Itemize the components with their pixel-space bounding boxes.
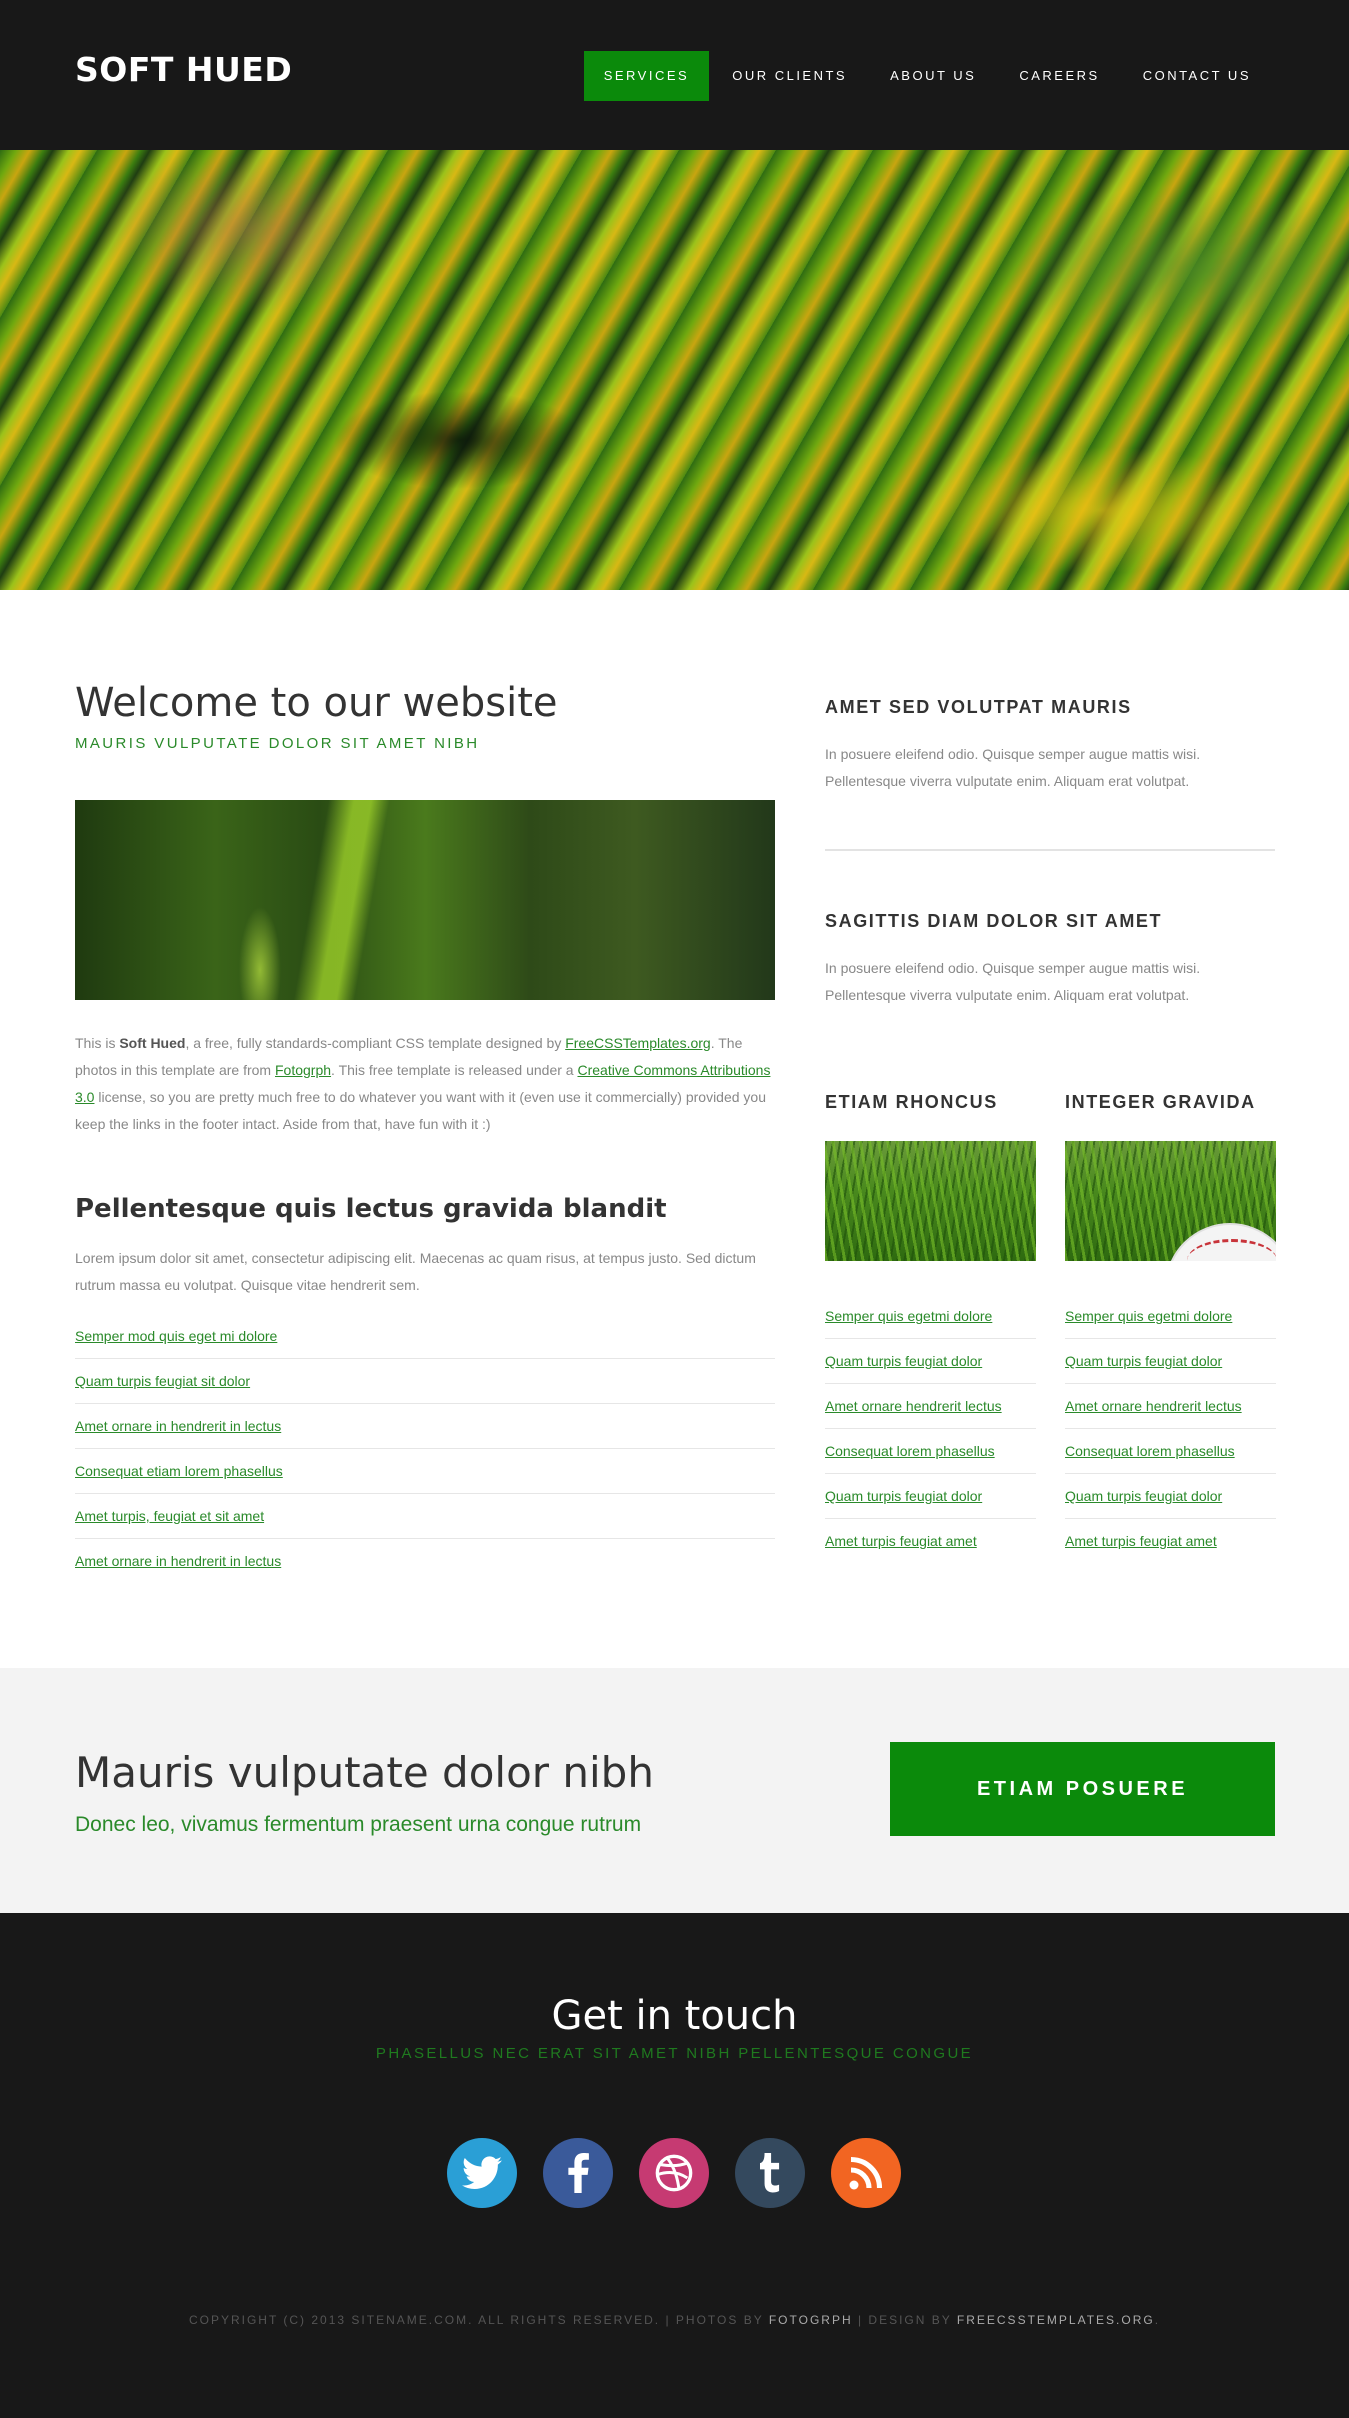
list-item: Amet turpis feugiat amet xyxy=(825,1519,1036,1564)
nav-item-services[interactable]: SERVICES xyxy=(583,51,710,101)
tumblr-icon[interactable] xyxy=(735,2138,805,2208)
list-item: Amet ornare in hendrerit in lectus xyxy=(75,1404,775,1449)
list-item: Consequat lorem phasellus xyxy=(1065,1429,1276,1474)
list-link[interactable]: Consequat lorem phasellus xyxy=(1065,1443,1235,1459)
list-link[interactable]: Amet ornare in hendrerit in lectus xyxy=(75,1553,281,1569)
list-link[interactable]: Quam turpis feugiat dolor xyxy=(825,1488,982,1504)
cta-title: Mauris vulputate dolor nibh xyxy=(75,1748,654,1797)
baseball-thumbnail-image xyxy=(1065,1141,1276,1261)
social-links xyxy=(447,2138,901,2208)
page-subtitle: MAURIS VULPUTATE DOLOR SIT AMET NIBH xyxy=(75,735,480,752)
list-link[interactable]: Amet turpis feugiat amet xyxy=(825,1533,977,1549)
list-link[interactable]: Quam turpis feugiat dolor xyxy=(1065,1488,1222,1504)
list-item: Quam turpis feugiat dolor xyxy=(1065,1339,1276,1384)
copyright-text: COPYRIGHT (C) 2013 SITENAME.COM. ALL RIG… xyxy=(188,2313,1161,2327)
fotogrph-link[interactable]: Fotogrph xyxy=(275,1062,331,1078)
list-item: Semper quis egetmi dolore xyxy=(825,1294,1036,1339)
list-item: Amet ornare in hendrerit in lectus xyxy=(75,1539,775,1584)
sidebar-divider xyxy=(825,849,1275,851)
baseball-icon xyxy=(1165,1223,1276,1261)
section-paragraph: Lorem ipsum dolor sit amet, consectetur … xyxy=(75,1250,756,1293)
site-header: SOFT HUED SERVICES OUR CLIENTS ABOUT US … xyxy=(0,0,1349,150)
grass-thumbnail-image xyxy=(825,1141,1036,1261)
intro-paragraph: This is Soft Hued, a free, fully standar… xyxy=(75,1035,771,1132)
list-link[interactable]: Quam turpis feugiat dolor xyxy=(1065,1353,1222,1369)
section-link-list: Semper mod quis eget mi dolore Quam turp… xyxy=(75,1314,775,1584)
section-title: Pellentesque quis lectus gravida blandit xyxy=(75,1194,667,1224)
sidebar-box2-text: In posuere eleifend odio. Quisque semper… xyxy=(825,960,1201,1003)
list-item: Consequat lorem phasellus xyxy=(825,1429,1036,1474)
list-item: Quam turpis feugiat dolor xyxy=(825,1339,1036,1384)
nav-item-careers[interactable]: CAREERS xyxy=(999,51,1119,101)
nav-item-contact-us[interactable]: CONTACT US xyxy=(1123,51,1271,101)
list-link[interactable]: Consequat etiam lorem phasellus xyxy=(75,1463,283,1479)
list-item: Quam turpis feugiat dolor xyxy=(1065,1474,1276,1519)
facebook-icon[interactable] xyxy=(543,2138,613,2208)
list-item: Semper mod quis eget mi dolore xyxy=(75,1314,775,1359)
sidebar-box1-title: AMET SED VOLUTPAT MAURIS xyxy=(825,697,1132,717)
col2-link-list: Semper quis egetmi dolore Quam turpis fe… xyxy=(1065,1294,1276,1564)
template-name: Soft Hued xyxy=(119,1035,186,1051)
list-link[interactable]: Quam turpis feugiat dolor xyxy=(825,1353,982,1369)
main-nav: SERVICES OUR CLIENTS ABOUT US CAREERS CO… xyxy=(581,51,1271,101)
col2-title: INTEGER GRAVIDA xyxy=(1065,1092,1256,1112)
rss-icon[interactable] xyxy=(831,2138,901,2208)
freecsstemplates-link[interactable]: FreeCSSTemplates.org xyxy=(565,1035,711,1051)
site-logo[interactable]: SOFT HUED xyxy=(75,50,292,89)
site-footer: Get in touch PHASELLUS NEC ERAT SIT AMET… xyxy=(0,1913,1349,2418)
list-link[interactable]: Quam turpis feugiat sit dolor xyxy=(75,1373,250,1389)
fotogrph-footer-link[interactable]: FOTOGRPH xyxy=(769,2313,853,2327)
footer-title: Get in touch xyxy=(551,1993,798,2039)
etiam-posuere-button[interactable]: ETIAM POSUERE xyxy=(890,1742,1275,1836)
footer-subtitle: PHASELLUS NEC ERAT SIT AMET NIBH PELLENT… xyxy=(375,2045,974,2062)
list-item: Consequat etiam lorem phasellus xyxy=(75,1449,775,1494)
list-item: Amet ornare hendrerit lectus xyxy=(1065,1384,1276,1429)
page-title: Welcome to our website xyxy=(75,680,558,726)
hero-banner-image xyxy=(0,150,1349,590)
list-item: Amet ornare hendrerit lectus xyxy=(825,1384,1036,1429)
col1-link-list: Semper quis egetmi dolore Quam turpis fe… xyxy=(825,1294,1036,1564)
sidebar-box1-text: In posuere eleifend odio. Quisque semper… xyxy=(825,746,1201,789)
cta-band: Mauris vulputate dolor nibh Donec leo, v… xyxy=(0,1668,1349,1913)
list-item: Amet turpis feugiat amet xyxy=(1065,1519,1276,1564)
sidebar-box2-title: SAGITTIS DIAM DOLOR SIT AMET xyxy=(825,911,1163,931)
list-item: Quam turpis feugiat dolor xyxy=(825,1474,1036,1519)
list-link[interactable]: Amet ornare in hendrerit in lectus xyxy=(75,1418,281,1434)
list-item: Amet turpis, feugiat et sit amet xyxy=(75,1494,775,1539)
list-link[interactable]: Amet turpis, feugiat et sit amet xyxy=(75,1508,264,1524)
list-link[interactable]: Amet ornare hendrerit lectus xyxy=(1065,1398,1242,1414)
cta-subtitle: Donec leo, vivamus fermentum praesent ur… xyxy=(75,1813,642,1836)
list-link[interactable]: Amet ornare hendrerit lectus xyxy=(825,1398,1002,1414)
col1-title: ETIAM RHONCUS xyxy=(825,1092,998,1112)
list-item: Quam turpis feugiat sit dolor xyxy=(75,1359,775,1404)
list-link[interactable]: Consequat lorem phasellus xyxy=(825,1443,995,1459)
list-link[interactable]: Semper quis egetmi dolore xyxy=(825,1308,992,1324)
nav-item-our-clients[interactable]: OUR CLIENTS xyxy=(712,51,867,101)
list-item: Semper quis egetmi dolore xyxy=(1065,1294,1276,1339)
nav-item-about-us[interactable]: ABOUT US xyxy=(870,51,996,101)
freecsstemplates-footer-link[interactable]: FREECSSTEMPLATES.ORG xyxy=(957,2313,1155,2327)
grass-banner-image xyxy=(75,800,775,1000)
twitter-icon[interactable] xyxy=(447,2138,517,2208)
list-link[interactable]: Amet turpis feugiat amet xyxy=(1065,1533,1217,1549)
dribbble-icon[interactable] xyxy=(639,2138,709,2208)
list-link[interactable]: Semper mod quis eget mi dolore xyxy=(75,1328,277,1344)
list-link[interactable]: Semper quis egetmi dolore xyxy=(1065,1308,1232,1324)
